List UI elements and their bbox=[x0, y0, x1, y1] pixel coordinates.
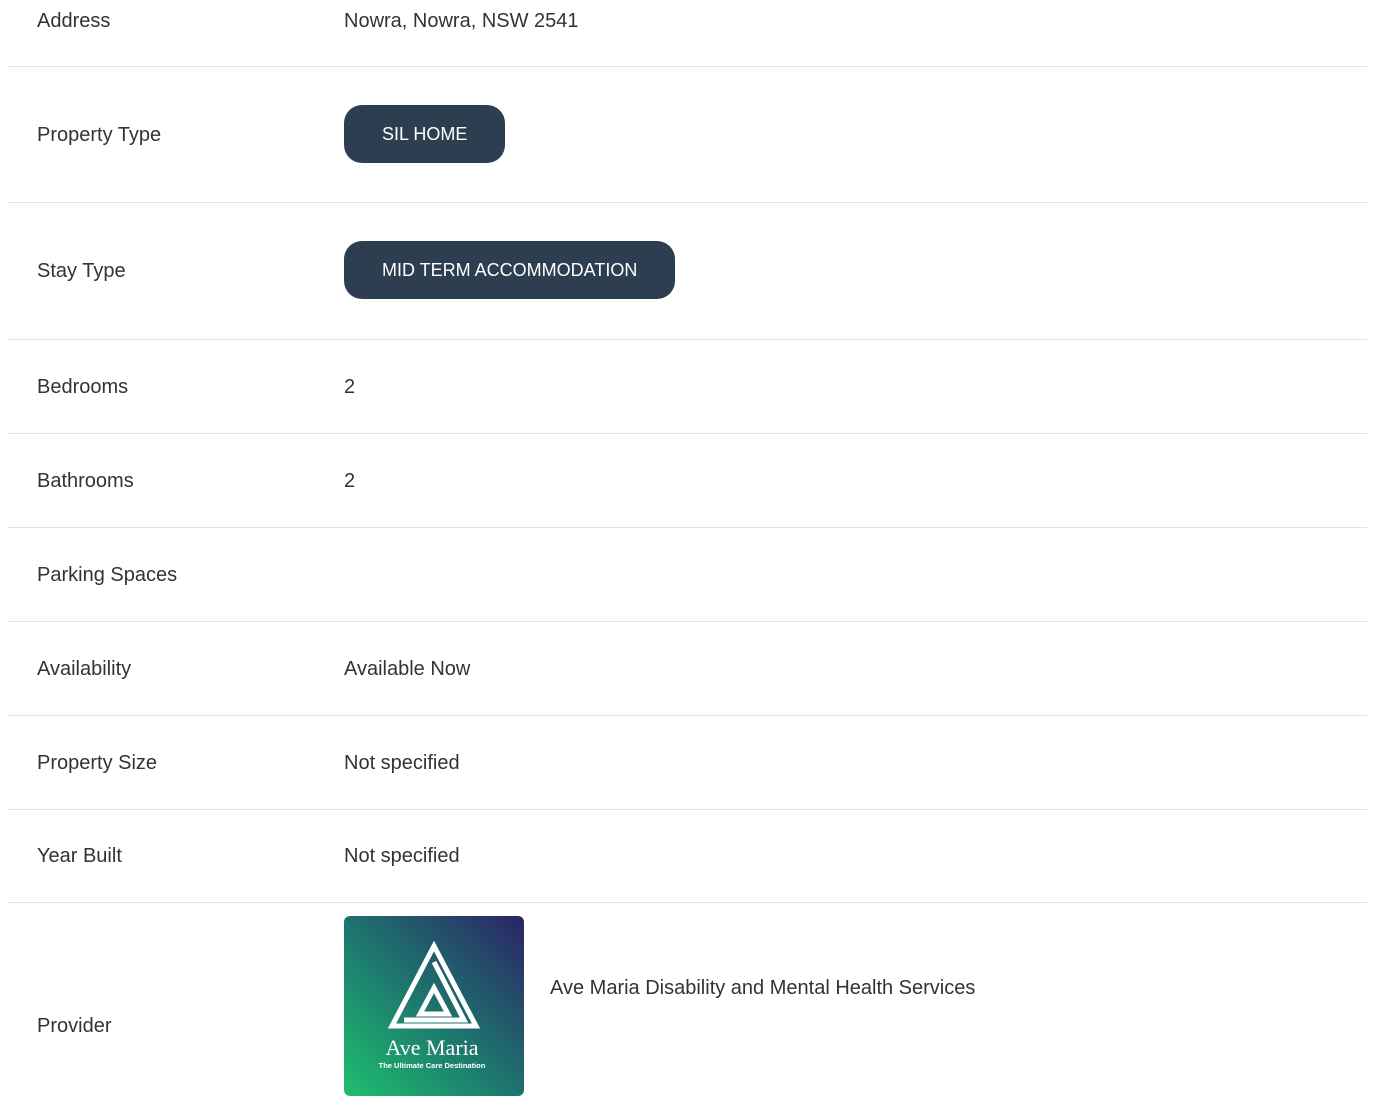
stay-type-label: Stay Type bbox=[37, 260, 126, 282]
property-size-value: Not specified bbox=[344, 752, 460, 774]
address-label: Address bbox=[37, 10, 111, 32]
year-built-label: Year Built bbox=[37, 845, 122, 867]
row-bedrooms: Bedrooms 2 bbox=[7, 340, 1367, 434]
row-provider: Provider Ave Maria The Ultimate Care Des… bbox=[7, 903, 1367, 1097]
parking-spaces-label: Parking Spaces bbox=[37, 564, 178, 586]
property-details-table: Address Nowra, Nowra, NSW 2541 Property … bbox=[7, 0, 1367, 1097]
row-parking-spaces: Parking Spaces bbox=[7, 528, 1367, 622]
availability-value: Available Now bbox=[344, 658, 471, 680]
row-availability: Availability Available Now bbox=[7, 622, 1367, 716]
triangle-logo-icon: Ave Maria The Ultimate Care Destination bbox=[344, 916, 524, 1096]
row-property-type: Property Type SIL HOME bbox=[7, 67, 1367, 203]
bathrooms-value: 2 bbox=[344, 470, 356, 492]
provider-value: Ave Maria The Ultimate Care Destination … bbox=[344, 916, 975, 1096]
property-type-value: SIL HOME bbox=[344, 105, 506, 163]
provider-logo-tagline: The Ultimate Care Destination bbox=[379, 1061, 486, 1070]
bedrooms-label: Bedrooms bbox=[37, 376, 129, 398]
stay-type-badge[interactable]: MID TERM ACCOMMODATION bbox=[344, 241, 676, 299]
address-value: Nowra, Nowra, NSW 2541 bbox=[344, 10, 579, 32]
row-bathrooms: Bathrooms 2 bbox=[7, 434, 1367, 528]
property-type-label: Property Type bbox=[37, 124, 162, 146]
provider-logo[interactable]: Ave Maria The Ultimate Care Destination bbox=[344, 916, 524, 1096]
provider-label: Provider bbox=[37, 1015, 112, 1037]
provider-logo-text: Ave Maria bbox=[385, 1035, 478, 1060]
row-stay-type: Stay Type MID TERM ACCOMMODATION bbox=[7, 203, 1367, 340]
bedrooms-value: 2 bbox=[344, 376, 356, 398]
row-year-built: Year Built Not specified bbox=[7, 810, 1367, 903]
property-size-label: Property Size bbox=[37, 752, 158, 774]
availability-label: Availability bbox=[37, 658, 132, 680]
row-property-size: Property Size Not specified bbox=[7, 716, 1367, 810]
row-address: Address Nowra, Nowra, NSW 2541 bbox=[7, 0, 1367, 67]
property-type-badge[interactable]: SIL HOME bbox=[344, 105, 506, 163]
bathrooms-label: Bathrooms bbox=[37, 470, 134, 492]
provider-name[interactable]: Ave Maria Disability and Mental Health S… bbox=[550, 977, 975, 1000]
year-built-value: Not specified bbox=[344, 845, 460, 867]
stay-type-value: MID TERM ACCOMMODATION bbox=[344, 241, 676, 299]
